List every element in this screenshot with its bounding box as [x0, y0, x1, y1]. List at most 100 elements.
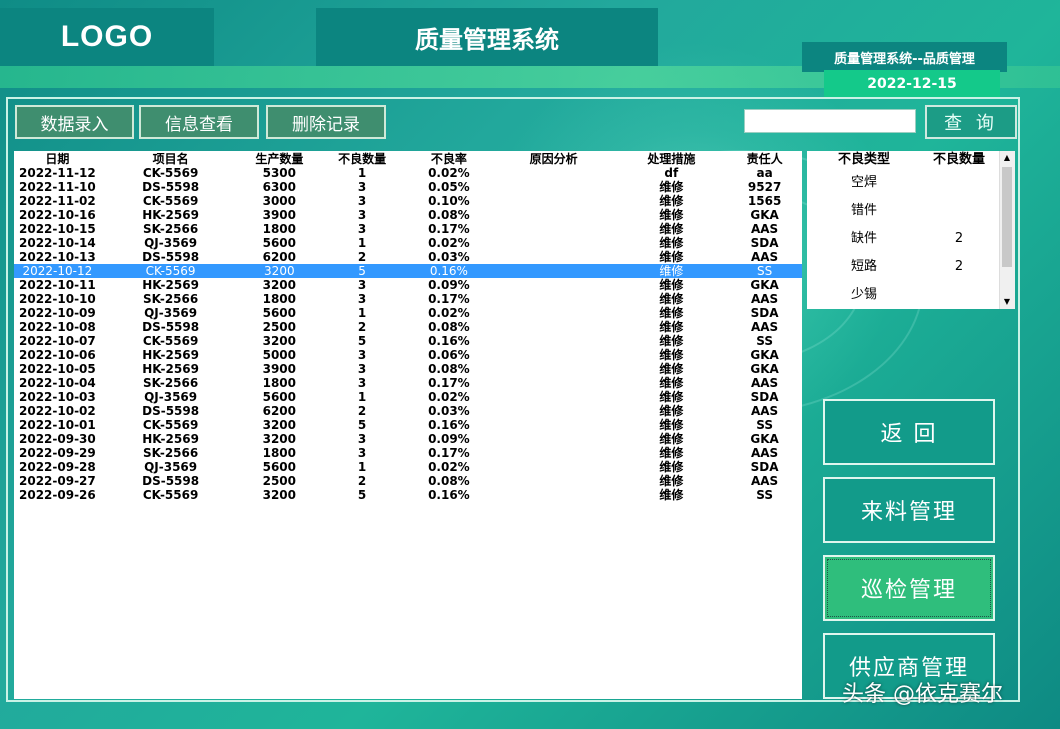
table-cell: 2022-10-02: [19, 404, 96, 418]
table-row[interactable]: 2022-11-12 CK-5569 5300 1 0.02% df aa: [14, 166, 802, 180]
query-button[interactable]: 查 询: [925, 105, 1017, 139]
table-cell: 维修: [659, 292, 684, 306]
table-row[interactable]: 2022-10-14 QJ-3569 5600 1 0.02% 维修 SDA: [14, 236, 802, 250]
table-row[interactable]: 2022-09-28 QJ-3569 5600 1 0.02% 维修 SDA: [14, 460, 802, 474]
table-cell: 0.10%: [428, 194, 470, 208]
table-cell: 3900: [262, 208, 297, 222]
scroll-up-icon[interactable]: ▲: [1002, 153, 1012, 163]
table-cell: 2: [357, 474, 367, 488]
info-view-button[interactable]: 信息查看: [139, 105, 259, 139]
list-item[interactable]: 空焊: [807, 169, 1015, 197]
table-cell: QJ-3569: [144, 390, 198, 404]
table-cell: DS-5598: [142, 250, 200, 264]
table-row[interactable]: 2022-10-04 SK-2566 1800 3 0.17% 维修 AAS: [14, 376, 802, 390]
column-header-defect-rate: 不良率: [430, 152, 467, 166]
table-row[interactable]: 2022-10-15 SK-2566 1800 3 0.17% 维修 AAS: [14, 222, 802, 236]
column-header-cause: 原因分析: [529, 152, 578, 166]
table-cell: 维修: [659, 250, 684, 264]
table-cell: AAS: [750, 320, 779, 334]
table-row[interactable]: 2022-10-13 DS-5598 6200 2 0.03% 维修 AAS: [14, 250, 802, 264]
table-row[interactable]: 2022-10-06 HK-2569 5000 3 0.06% 维修 GKA: [14, 348, 802, 362]
table-row[interactable]: 2022-09-26 CK-5569 3200 5 0.16% 维修 SS: [14, 488, 802, 502]
table-cell: 3: [357, 376, 367, 390]
table-cell: 5: [357, 418, 367, 432]
table-row[interactable]: 2022-10-02 DS-5598 6200 2 0.03% 维修 AAS: [14, 404, 802, 418]
column-header-action: 处理措施: [647, 152, 696, 166]
table-cell: QJ-3569: [144, 236, 198, 250]
column-header-quantity: 生产数量: [255, 152, 304, 166]
table-row[interactable]: 2022-10-08 DS-5598 2500 2 0.08% 维修 AAS: [14, 320, 802, 334]
table-cell: 0.06%: [428, 348, 470, 362]
table-cell: [492, 250, 616, 264]
table-cell: 3: [357, 180, 367, 194]
table-cell: [492, 264, 616, 278]
incoming-management-button[interactable]: 来料管理: [823, 477, 995, 543]
table-cell: 2: [357, 320, 367, 334]
column-header-owner: 责任人: [746, 152, 783, 166]
search-input[interactable]: [744, 109, 916, 133]
table-cell: 0.16%: [428, 488, 470, 502]
table-row[interactable]: 2022-10-11 HK-2569 3200 3 0.09% 维修 GKA: [14, 278, 802, 292]
table-cell: SDA: [750, 460, 779, 474]
table-cell: 2022-10-12: [22, 264, 93, 278]
table-cell: AAS: [750, 404, 779, 418]
defect-list-header: 不良类型 不良数量: [807, 151, 1015, 169]
table-cell: 0.02%: [428, 166, 470, 180]
defect-count: [921, 169, 997, 197]
column-header-project: 项目名: [152, 152, 189, 166]
table-cell: 2022-10-10: [19, 292, 96, 306]
table-row[interactable]: 2022-10-12 CK-5569 3200 5 0.16% 维修 SS: [14, 264, 802, 278]
table-cell: 2022-09-26: [19, 488, 96, 502]
table-row[interactable]: 2022-11-10 DS-5598 6300 3 0.05% 维修 9527: [14, 180, 802, 194]
table-cell: [492, 460, 616, 474]
scroll-down-icon[interactable]: ▼: [1002, 297, 1012, 307]
table-row[interactable]: 2022-10-16 HK-2569 3900 3 0.08% 维修 GKA: [14, 208, 802, 222]
list-item[interactable]: 少锡: [807, 281, 1015, 309]
table-cell: HK-2569: [142, 208, 199, 222]
table-row[interactable]: 2022-10-03 QJ-3569 5600 1 0.02% 维修 SDA: [14, 390, 802, 404]
defect-count: [921, 281, 997, 309]
patrol-inspection-button[interactable]: 巡检管理: [823, 555, 995, 621]
scrollbar-thumb[interactable]: [1002, 167, 1012, 267]
list-item[interactable]: 短路 2: [807, 253, 1015, 281]
table-row[interactable]: 2022-09-30 HK-2569 3200 3 0.09% 维修 GKA: [14, 432, 802, 446]
table-row[interactable]: 2022-10-01 CK-5569 3200 5 0.16% 维修 SS: [14, 418, 802, 432]
table-cell: HK-2569: [142, 362, 199, 376]
table-cell: 0.17%: [428, 222, 470, 236]
defect-list-scrollbar[interactable]: ▲ ▼: [999, 151, 1015, 309]
defect-type-listbox[interactable]: 不良类型 不良数量 空焊 错件 缺件 2 短路 2 少锡 ▲ ▼: [807, 151, 1015, 309]
list-item[interactable]: 缺件 2: [807, 225, 1015, 253]
data-entry-button[interactable]: 数据录入: [15, 105, 134, 139]
table-cell: 2022-10-01: [19, 418, 96, 432]
table-cell: 5600: [262, 390, 297, 404]
delete-record-button[interactable]: 删除记录: [266, 105, 386, 139]
table-row[interactable]: 2022-10-07 CK-5569 3200 5 0.16% 维修 SS: [14, 334, 802, 348]
back-button[interactable]: 返 回: [823, 399, 995, 465]
table-row[interactable]: 2022-09-29 SK-2566 1800 3 0.17% 维修 AAS: [14, 446, 802, 460]
defect-count: [921, 197, 997, 225]
table-row[interactable]: 2022-11-02 CK-5569 3000 3 0.10% 维修 1565: [14, 194, 802, 208]
table-cell: AAS: [750, 250, 779, 264]
list-item[interactable]: 错件: [807, 197, 1015, 225]
table-cell: 3200: [262, 278, 297, 292]
records-listbox[interactable]: 日期 项目名 生产数量 不良数量 不良率 原因分析 处理措施 责任人 2022-…: [14, 151, 802, 699]
table-cell: [492, 208, 616, 222]
table-row[interactable]: 2022-10-10 SK-2566 1800 3 0.17% 维修 AAS: [14, 292, 802, 306]
table-cell: 维修: [659, 334, 684, 348]
table-cell: 3: [357, 446, 367, 460]
table-cell: 维修: [659, 348, 684, 362]
table-cell: 维修: [659, 194, 684, 208]
table-row[interactable]: 2022-10-05 HK-2569 3900 3 0.08% 维修 GKA: [14, 362, 802, 376]
table-cell: 维修: [659, 306, 684, 320]
table-header: 日期 项目名 生产数量 不良数量 不良率 原因分析 处理措施 责任人: [14, 152, 802, 166]
table-row[interactable]: 2022-09-27 DS-5598 2500 2 0.08% 维修 AAS: [14, 474, 802, 488]
table-cell: 3: [357, 432, 367, 446]
table-row[interactable]: 2022-10-09 QJ-3569 5600 1 0.02% 维修 SDA: [14, 306, 802, 320]
table-cell: QJ-3569: [144, 306, 198, 320]
table-cell: 3200: [262, 432, 297, 446]
table-cell: 0.02%: [428, 306, 470, 320]
table-cell: [492, 488, 616, 502]
table-cell: 维修: [659, 446, 684, 460]
table-cell: CK-5569: [145, 264, 196, 278]
table-cell: 3: [357, 208, 367, 222]
